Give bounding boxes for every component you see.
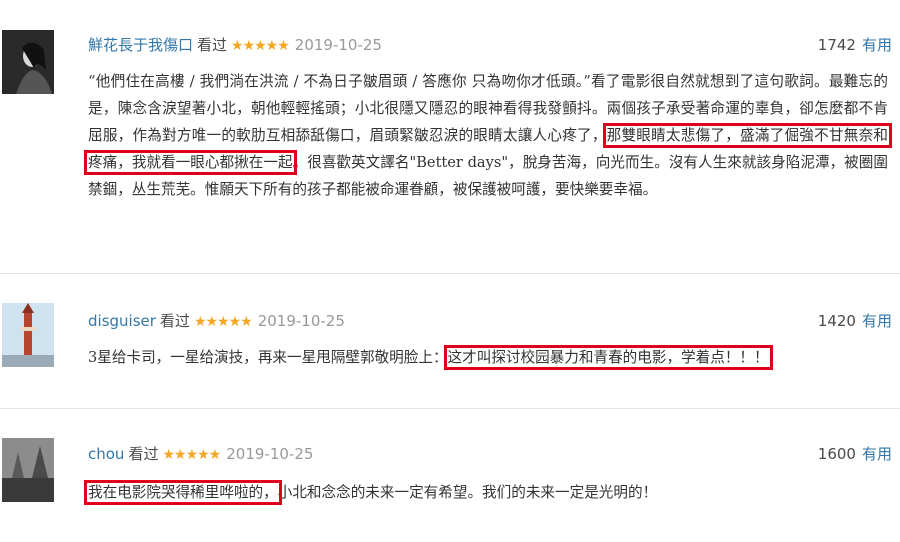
review-date: 2019-10-25 (226, 445, 314, 463)
vote-count: 1420 (817, 312, 856, 330)
rating-stars: ★★★★★ (193, 314, 253, 330)
vote-count: 1742 (817, 36, 856, 54)
useful-button[interactable]: 有用 (862, 445, 892, 463)
divider (0, 273, 900, 274)
vote-count: 1600 (817, 445, 856, 463)
review-text: 3星给卡司，一星给演技，再来一星甩隔壁郭敬明脸上： (88, 349, 448, 366)
highlighted-text: 这才叫探讨校园暴力和青春的电影，学着点！！！ (443, 345, 773, 370)
review-content: 我在电影院哭得稀里哗啦的，小北和念念的未来一定有希望。我们的未来一定是光明的！ (84, 479, 888, 506)
divider (0, 408, 900, 409)
rating-stars: ★★★★★ (162, 447, 221, 463)
review-meta: chou 看过 ★★★★★ 2019-10-25 (88, 443, 313, 465)
vote-area: 1600 有用 (818, 443, 892, 465)
review-text-rest: 小北和念念的未来一定有希望。我们的未来一定是光明的！ (277, 484, 658, 501)
highlighted-text: 我在电影院哭得稀里哗啦的， (84, 480, 282, 505)
author-link[interactable]: chou (88, 445, 124, 463)
watched-status: 看过 (128, 445, 159, 463)
useful-button[interactable]: 有用 (862, 312, 892, 330)
review-meta: disguiser 看过 ★★★★★ 2019-10-25 (88, 310, 345, 332)
avatar[interactable] (2, 438, 54, 502)
review-content: 3星给卡司，一星给演技，再来一星甩隔壁郭敬明脸上：这才叫探讨校园暴力和青春的电影… (88, 344, 888, 371)
review-date: 2019-10-25 (257, 312, 345, 330)
avatar[interactable] (2, 30, 54, 94)
vote-area: 1742 有用 (818, 34, 892, 56)
watched-status: 看过 (197, 36, 228, 54)
vote-area: 1420 有用 (818, 310, 892, 332)
author-link[interactable]: disguiser (88, 312, 156, 330)
review-date: 2019-10-25 (294, 36, 382, 54)
useful-button[interactable]: 有用 (862, 36, 892, 54)
watched-status: 看过 (159, 312, 190, 330)
review-content: “他們住在高樓 / 我們淌在洪流 / 不為日子皺眉頭 / 答應你 只為吻你才低頭… (84, 68, 892, 203)
author-link[interactable]: 鮮花長于我傷口 (88, 36, 193, 54)
rating-stars: ★★★★★ (231, 38, 290, 54)
avatar[interactable] (2, 303, 54, 367)
review-meta: 鮮花長于我傷口 看过 ★★★★★ 2019-10-25 (88, 34, 382, 56)
